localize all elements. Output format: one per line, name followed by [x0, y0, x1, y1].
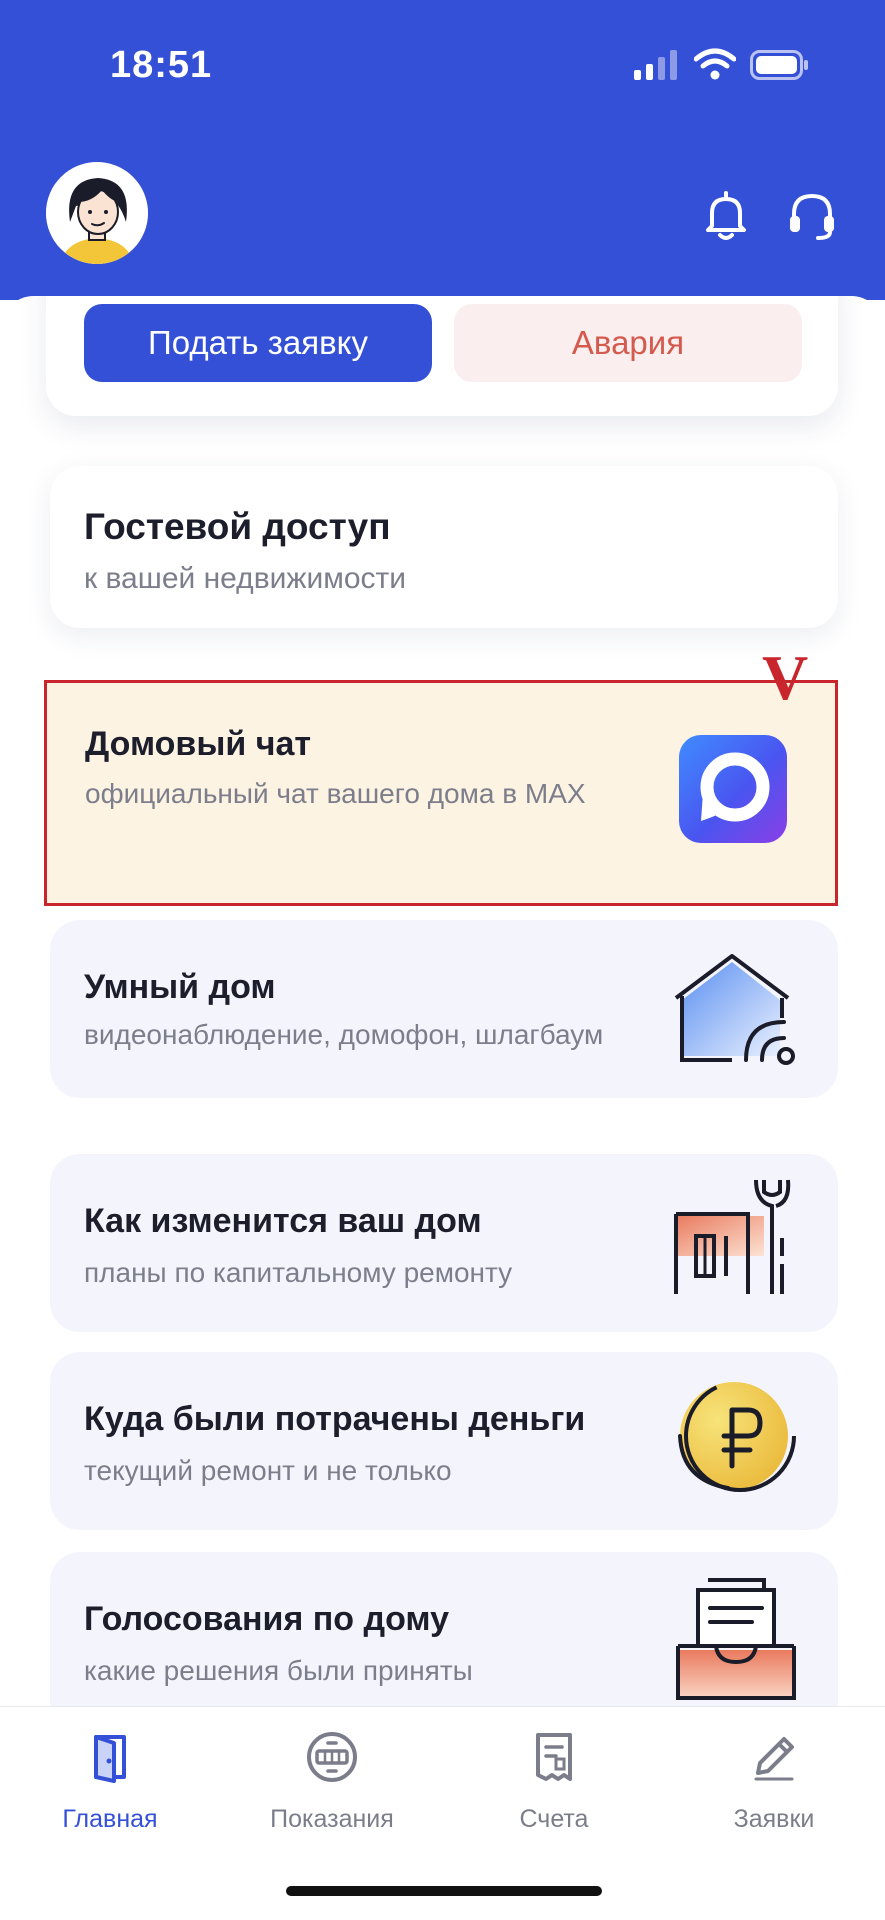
receipt-icon: [536, 1733, 572, 1781]
smart-house-icon: [674, 954, 795, 1065]
submit-request-button[interactable]: Подать заявку: [84, 304, 432, 382]
tab-home-label: Главная: [62, 1805, 158, 1833]
door-icon: [94, 1735, 126, 1783]
meter-icon: [307, 1732, 357, 1782]
capital-repair-card[interactable]: Как изменится ваш дом планы по капитальн…: [50, 1154, 838, 1332]
smart-home-title: Умный дом: [84, 968, 276, 1006]
house-chat-card[interactable]: Домовый чат официальный чат вашего дома …: [44, 680, 838, 906]
voting-title: Голосования по дому: [84, 1600, 450, 1638]
tab-bills-label: Счета: [519, 1805, 589, 1833]
spending-report-card[interactable]: Куда были потрачены деньги текущий ремон…: [50, 1352, 838, 1530]
tab-requests[interactable]: Заявки: [684, 1729, 864, 1849]
headset-icon[interactable]: [784, 188, 840, 244]
capital-repair-subtitle: планы по капитальному ремонту: [84, 1257, 513, 1288]
ballot-box-icon: [676, 1578, 796, 1700]
repair-wrench-icon: [674, 1179, 791, 1294]
capital-repair-title: Как изменится ваш дом: [84, 1202, 482, 1240]
voting-subtitle: какие решения были приняты: [84, 1655, 473, 1686]
annotation-mark: V: [762, 642, 809, 713]
pencil-icon: [754, 1737, 794, 1781]
tab-bills[interactable]: Счета: [464, 1729, 644, 1849]
status-time: 18:51: [110, 44, 213, 86]
voting-card[interactable]: Голосования по дому какие решения были п…: [50, 1552, 838, 1706]
house-chat-title: Домовый чат: [85, 725, 312, 763]
status-bar: 18:51: [0, 0, 885, 130]
tab-requests-label: Заявки: [733, 1805, 815, 1833]
spending-report-title: Куда были потрачены деньги: [84, 1400, 586, 1438]
emergency-button[interactable]: Авария: [454, 304, 802, 382]
battery-icon: [750, 50, 808, 80]
profile-avatar-icon[interactable]: [46, 162, 148, 264]
smart-home-subtitle: видеонаблюдение, домофон, шлагбаум: [84, 1019, 604, 1050]
smart-home-card[interactable]: Умный дом видеонаблюдение, домофон, шлаг…: [50, 920, 838, 1098]
tab-home[interactable]: Главная: [20, 1729, 200, 1849]
tab-readings-label: Показания: [270, 1805, 394, 1833]
home-indicator: [286, 1886, 602, 1896]
max-messenger-icon: [679, 735, 787, 843]
cellular-signal-icon: [634, 50, 677, 80]
tab-readings[interactable]: Показания: [242, 1729, 422, 1849]
spending-report-subtitle: текущий ремонт и не только: [84, 1455, 452, 1486]
wifi-icon: [694, 48, 736, 80]
guest-access-title: Гостевой доступ: [84, 506, 391, 547]
guest-access-subtitle: к вашей недвижимости: [84, 562, 407, 595]
guest-access-card[interactable]: Гостевой доступ к вашей недвижимости: [50, 466, 838, 628]
bell-icon[interactable]: [698, 188, 754, 244]
ruble-coin-icon: [678, 1380, 796, 1492]
main-content: Подать заявку Авария Гостевой доступ к в…: [0, 296, 885, 1706]
house-chat-subtitle: официальный чат вашего дома в MAX: [85, 778, 586, 809]
